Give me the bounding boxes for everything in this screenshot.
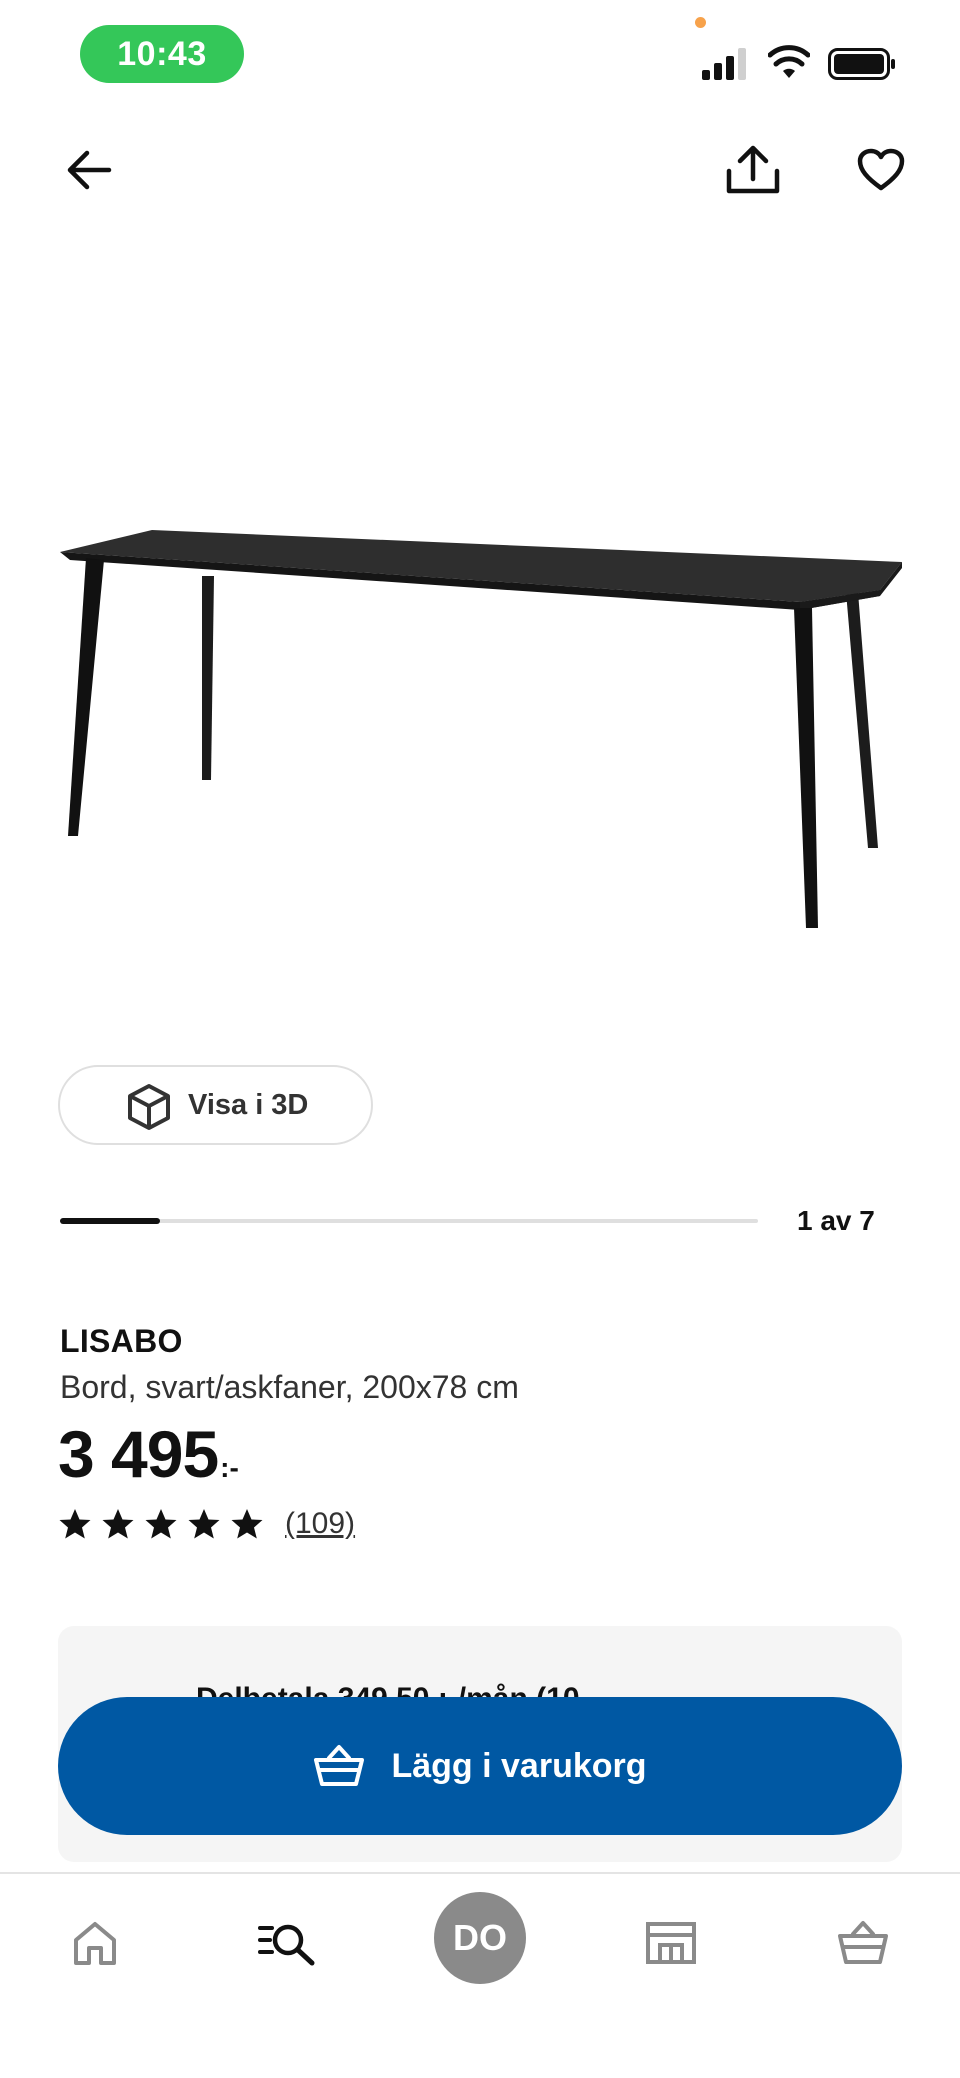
tab-search[interactable] [242,1898,332,1988]
star-icon [188,1509,220,1539]
favorite-button[interactable] [846,135,916,205]
tab-home[interactable] [50,1898,140,1988]
store-icon [646,1922,696,1964]
star-icon [102,1509,134,1539]
gallery-pager-text: 1 av 7 [797,1205,875,1236]
share-button[interactable] [718,135,788,205]
cube-3d-icon [128,1084,170,1130]
status-time: 10:43 [80,25,244,83]
wifi-icon [768,45,810,78]
product-description: Bord, svart/askfaner, 200x78 cm [60,1369,519,1405]
battery-icon [828,48,895,80]
cellular-signal-icon [702,48,746,80]
view-3d-label: Visa i 3D [188,1089,309,1121]
back-button[interactable] [54,135,124,205]
cart-icon [838,1921,888,1964]
rating-stars [58,1507,273,1541]
view-3d-button[interactable]: Visa i 3D [58,1065,373,1145]
home-icon [74,1922,116,1965]
price-value: 3 495 [58,1417,219,1491]
product-name: LISABO [60,1323,183,1359]
add-to-cart-label: Lägg i varukorg [391,1746,647,1785]
price-suffix: :- [220,1452,239,1483]
shopping-basket-icon [314,1745,365,1786]
product-rating[interactable]: (109) [58,1507,355,1541]
product-image[interactable] [40,500,920,950]
add-to-cart-button[interactable]: Lägg i varukorg [58,1697,902,1835]
review-count-link[interactable]: (109) [285,1507,355,1541]
arrow-left-icon [67,150,112,190]
search-icon [258,1924,315,1966]
gallery-progress-fill [60,1218,160,1224]
tab-cart[interactable] [818,1898,908,1988]
privacy-indicator-dot [695,17,706,28]
star-icon [59,1509,91,1539]
product-price: 3 495 :- [58,1416,239,1492]
tab-stores[interactable] [626,1898,716,1988]
status-bar: 10:43 [0,0,960,110]
profile-avatar[interactable]: DO [434,1892,526,1984]
star-icon [145,1509,177,1539]
gallery-progress-track [60,1219,758,1223]
heart-icon [857,148,905,191]
share-icon [726,145,780,194]
star-icon [231,1509,263,1539]
